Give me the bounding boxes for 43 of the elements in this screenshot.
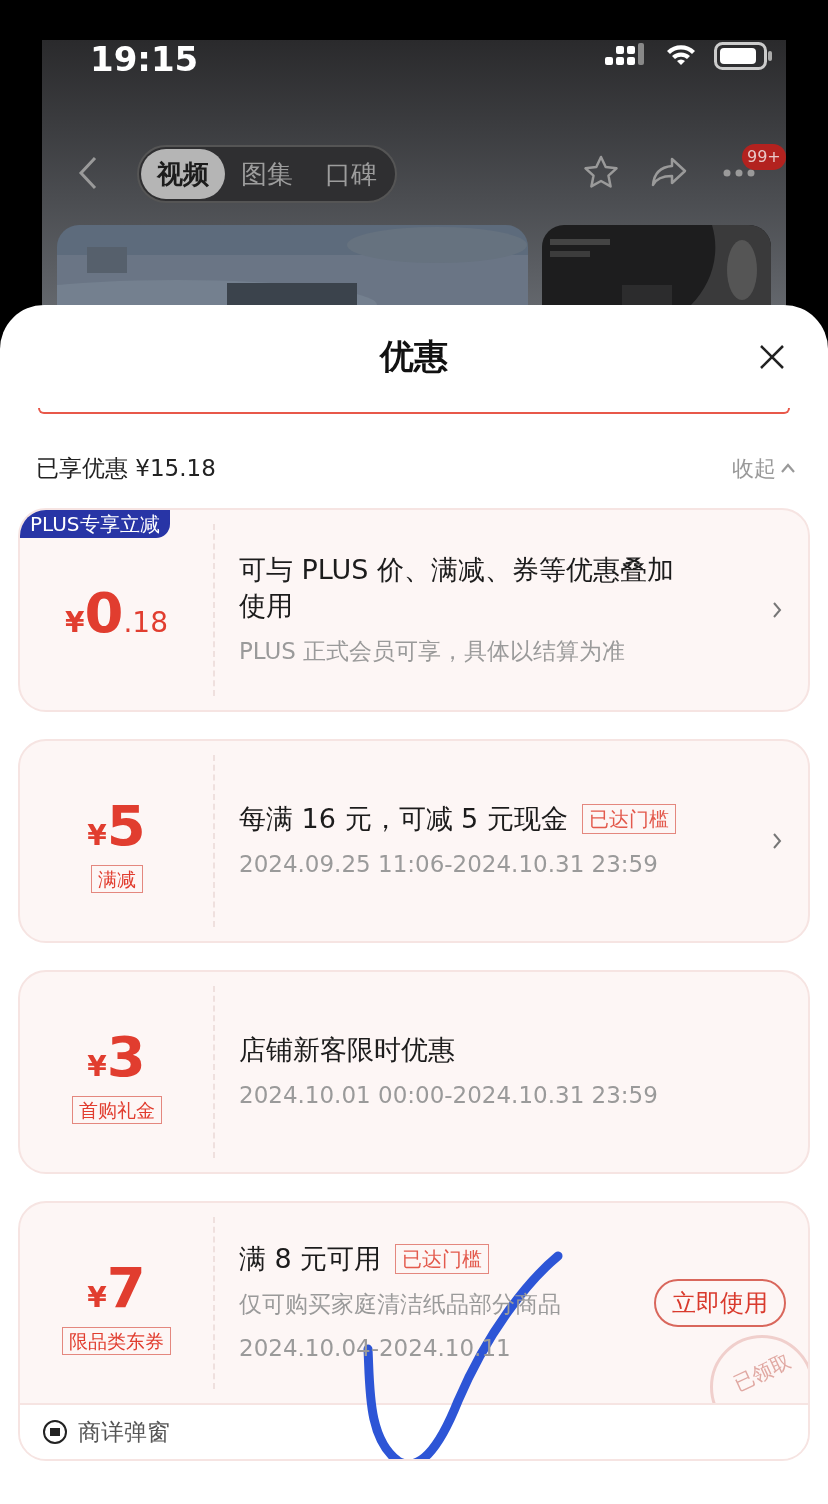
share-icon[interactable] xyxy=(650,156,688,188)
coupon-detail: 2024.09.25 11:06-2024.10.31 23:59 xyxy=(239,849,659,879)
chevron-right-icon[interactable] xyxy=(772,601,782,619)
coupon-detail: 2024.10.01 00:00-2024.10.31 23:59 xyxy=(239,1080,659,1110)
savings-summary: 已享优惠 ¥15.18 xyxy=(36,453,216,483)
close-icon[interactable] xyxy=(759,344,785,370)
coupon-tag: 满减 xyxy=(90,864,143,893)
coupon-decimal: .18 xyxy=(123,604,168,641)
tab[interactable]: 口碑 xyxy=(309,149,393,199)
coupon-title: 店铺新客限时优惠 xyxy=(239,1032,455,1067)
coupon-tag: 限品类东券 xyxy=(62,1326,171,1355)
coupon-amount: 0 xyxy=(84,584,124,641)
tab[interactable]: 视频 xyxy=(141,149,225,199)
tab[interactable]: 图集 xyxy=(225,149,309,199)
back-icon[interactable] xyxy=(78,156,98,190)
coupon-title: 满 8 元可用 xyxy=(239,1241,382,1276)
coupon-detail: PLUS 正式会员可享，具体以结算为准 xyxy=(239,636,627,666)
store-icon xyxy=(42,1419,68,1445)
coupon-tag: 首购礼金 xyxy=(71,1095,162,1124)
threshold-tag: 已达门槛 xyxy=(395,1243,490,1274)
stamp-text: 已领取 xyxy=(729,1348,795,1396)
notification-badge: 99+ xyxy=(742,144,786,170)
coupon-amount: 7 xyxy=(106,1259,146,1316)
more-icon[interactable] xyxy=(722,168,756,178)
coupon-title: 可与 PLUS 价、满减、券等优惠叠加使用 xyxy=(239,552,676,623)
chevron-up-icon xyxy=(780,462,796,474)
footer-label: 商详弹窗 xyxy=(78,1417,170,1447)
currency-symbol: ¥ xyxy=(87,1048,107,1085)
collapse-link[interactable]: 收起 xyxy=(732,451,796,485)
coupon-title: 每满 16 元，可减 5 元现金 xyxy=(239,801,568,836)
currency-symbol: ¥ xyxy=(87,817,107,854)
coupon-amount: 5 xyxy=(106,797,146,854)
currency-symbol: ¥ xyxy=(65,605,85,641)
chevron-right-icon[interactable] xyxy=(772,832,782,850)
use-now-button[interactable]: 立即使用 xyxy=(654,1279,786,1327)
threshold-tag: 已达门槛 xyxy=(581,803,676,834)
wifi-icon xyxy=(665,42,697,68)
coupon-amount: 3 xyxy=(106,1028,146,1085)
status-time: 19:15 xyxy=(90,38,199,81)
plus-badge: PLUS专享立减 xyxy=(20,510,170,538)
currency-symbol: ¥ xyxy=(87,1279,107,1316)
battery-icon xyxy=(714,42,774,70)
sheet-title: 优惠 xyxy=(380,335,448,378)
